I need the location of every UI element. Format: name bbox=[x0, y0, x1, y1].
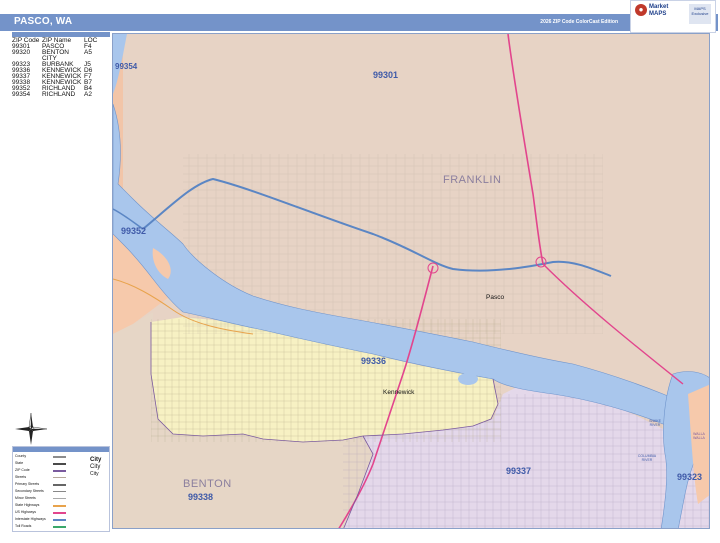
legend-row: County bbox=[15, 454, 27, 458]
legend-row: US Highways bbox=[15, 510, 37, 514]
county-label-franklin: FRANKLIN bbox=[443, 174, 502, 186]
legend-row: Toll Roads bbox=[15, 524, 32, 528]
legend-header-bar bbox=[13, 447, 109, 452]
legend-city-medium: City bbox=[90, 464, 101, 470]
lake bbox=[458, 373, 478, 385]
legend-city-small: City bbox=[90, 471, 99, 477]
logo-mark-icon: ● bbox=[635, 4, 647, 16]
legend-line bbox=[53, 477, 66, 478]
legend-city-large: City bbox=[90, 457, 102, 463]
zip-label-99301: 99301 bbox=[373, 70, 399, 80]
legend-line bbox=[53, 519, 66, 521]
brand-logo: ● Market MAPS MAPS Exclusive bbox=[630, 0, 716, 33]
zip-label-99352: 99352 bbox=[121, 226, 147, 236]
legend-row: Primary Streets bbox=[15, 482, 40, 486]
zip-label-99323: 99323 bbox=[677, 472, 703, 482]
logo-brand: Market MAPS bbox=[649, 4, 669, 17]
legend-line bbox=[53, 484, 66, 486]
legend-line bbox=[53, 505, 66, 507]
page-title: PASCO, WA bbox=[14, 16, 73, 27]
county-label-walla-walla: WALLA WALLA bbox=[693, 432, 705, 440]
city-label-kennewick: Kennewick bbox=[383, 389, 415, 396]
map-canvas[interactable]: 99301 99354 99352 99336 99337 99338 9932… bbox=[112, 33, 710, 529]
zip-label-99338: 99338 bbox=[188, 492, 214, 502]
legend-line bbox=[53, 512, 66, 514]
legend-line bbox=[53, 498, 66, 499]
title-bar: PASCO, WA 2026 ZIP Code ColorCast Editio… bbox=[0, 14, 718, 31]
legend-line bbox=[53, 463, 66, 465]
legend-line bbox=[53, 526, 66, 528]
legend-row: Interstate Highways bbox=[15, 517, 46, 521]
legend-row: Minor Streets bbox=[15, 496, 36, 500]
legend-line bbox=[53, 470, 66, 472]
logo-badge: MAPS Exclusive bbox=[689, 4, 711, 24]
river-label-columbia: COLUMBIA RIVER bbox=[637, 454, 657, 462]
legend-row: State bbox=[15, 461, 24, 465]
legend-line bbox=[53, 456, 66, 458]
legend-row: Secondary Streets bbox=[15, 489, 44, 493]
legend-row: Streets bbox=[15, 475, 27, 479]
legend-line bbox=[53, 491, 66, 492]
zip-label-99336: 99336 bbox=[361, 356, 387, 366]
zip-label-99354: 99354 bbox=[115, 62, 138, 71]
legend-row: ZIP Code bbox=[15, 468, 30, 472]
legend-row: State Highways bbox=[15, 503, 40, 507]
county-label-benton: BENTON bbox=[183, 478, 232, 490]
table-row: 99354 RICHLAND A2 bbox=[12, 91, 92, 98]
compass-rose-icon bbox=[15, 412, 48, 445]
city-label-pasco: Pasco bbox=[486, 294, 505, 301]
river-label-snake: SNAKE RIVER bbox=[649, 419, 661, 427]
zip-label-99337: 99337 bbox=[506, 466, 532, 476]
edition-label: 2026 ZIP Code ColorCast Edition bbox=[540, 19, 618, 25]
map-legend: County State ZIP Code Streets Primary St… bbox=[12, 446, 110, 532]
map-graphic bbox=[113, 34, 709, 528]
zip-index-table: ZIP Code ZIP Name LOC 99301 PASCO F4 99320… bbox=[12, 32, 110, 98]
